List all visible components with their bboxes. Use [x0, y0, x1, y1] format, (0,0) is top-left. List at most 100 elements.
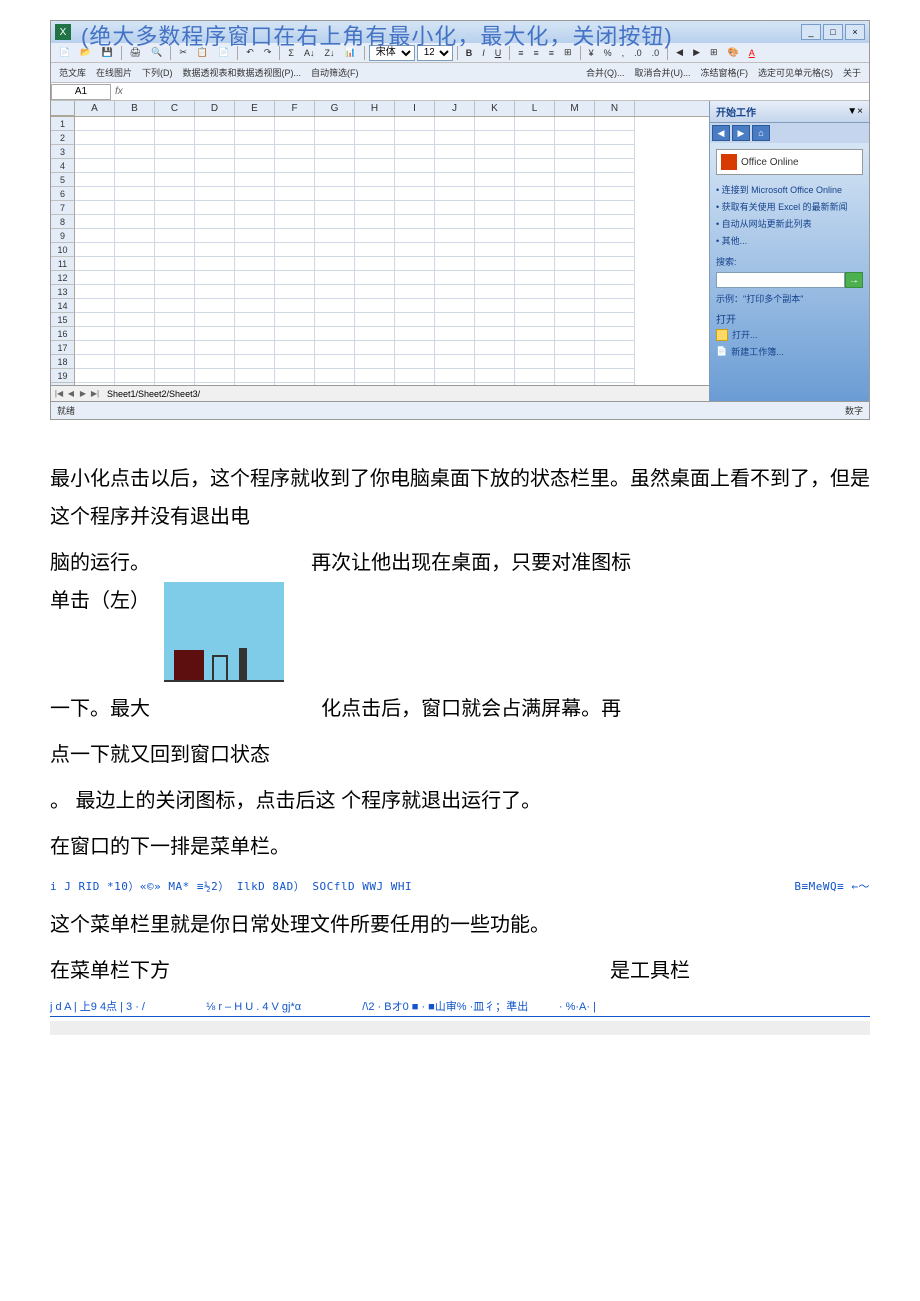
cell[interactable]: [235, 243, 275, 257]
cell[interactable]: [435, 243, 475, 257]
cell[interactable]: [155, 299, 195, 313]
cell[interactable]: [515, 201, 555, 215]
cell[interactable]: [395, 159, 435, 173]
pane-link[interactable]: 自动从网站更新此列表: [716, 215, 863, 232]
cell[interactable]: [115, 131, 155, 145]
cell[interactable]: [595, 229, 635, 243]
cell[interactable]: [395, 201, 435, 215]
cell[interactable]: [355, 201, 395, 215]
cell[interactable]: [275, 313, 315, 327]
cell[interactable]: [115, 299, 155, 313]
cell[interactable]: [515, 159, 555, 173]
cell[interactable]: [355, 299, 395, 313]
sheet-tabs[interactable]: Sheet1/Sheet2/Sheet3/: [103, 389, 200, 399]
cell[interactable]: [515, 285, 555, 299]
col-header[interactable]: C: [155, 101, 195, 116]
cell[interactable]: [475, 243, 515, 257]
office-online-box[interactable]: Office Online: [716, 149, 863, 175]
cell[interactable]: [275, 327, 315, 341]
formula-bar[interactable]: [127, 84, 869, 100]
cell[interactable]: [155, 341, 195, 355]
new-icon[interactable]: 📄: [55, 45, 74, 60]
row-header[interactable]: 15: [51, 313, 75, 327]
cell[interactable]: [115, 117, 155, 131]
cell[interactable]: [475, 285, 515, 299]
cell[interactable]: [195, 215, 235, 229]
cell[interactable]: [115, 229, 155, 243]
cell[interactable]: [355, 229, 395, 243]
cell[interactable]: [515, 271, 555, 285]
cell[interactable]: [235, 187, 275, 201]
cell[interactable]: [555, 173, 595, 187]
cell[interactable]: [395, 131, 435, 145]
cell[interactable]: [475, 271, 515, 285]
cell[interactable]: [195, 201, 235, 215]
row-header[interactable]: 6: [51, 187, 75, 201]
cell[interactable]: [195, 369, 235, 383]
cell[interactable]: [435, 187, 475, 201]
cell[interactable]: [475, 187, 515, 201]
toolbar-item[interactable]: 下列(D): [138, 64, 177, 81]
cell[interactable]: [155, 285, 195, 299]
col-header[interactable]: J: [435, 101, 475, 116]
row-header[interactable]: 14: [51, 299, 75, 313]
cell[interactable]: [475, 327, 515, 341]
cell[interactable]: [555, 271, 595, 285]
cell[interactable]: [315, 369, 355, 383]
row-header[interactable]: 4: [51, 159, 75, 173]
cell[interactable]: [355, 271, 395, 285]
cell[interactable]: [395, 117, 435, 131]
cell[interactable]: [275, 145, 315, 159]
pane-home-icon[interactable]: ⌂: [752, 125, 770, 141]
cell[interactable]: [275, 355, 315, 369]
cell[interactable]: [395, 257, 435, 271]
col-header[interactable]: B: [115, 101, 155, 116]
cell[interactable]: [355, 313, 395, 327]
tab-next-icon[interactable]: ▶: [77, 388, 89, 400]
cell[interactable]: [195, 327, 235, 341]
cell[interactable]: [115, 159, 155, 173]
cell[interactable]: [75, 327, 115, 341]
cell[interactable]: [435, 299, 475, 313]
cell[interactable]: [555, 117, 595, 131]
cell[interactable]: [315, 285, 355, 299]
cell[interactable]: [235, 257, 275, 271]
cell[interactable]: [515, 243, 555, 257]
minimize-button[interactable]: _: [801, 24, 821, 40]
cell[interactable]: [595, 271, 635, 285]
cell[interactable]: [155, 355, 195, 369]
cell[interactable]: [355, 215, 395, 229]
cell[interactable]: [435, 131, 475, 145]
cell[interactable]: [195, 159, 235, 173]
pane-close-icon[interactable]: ×: [857, 106, 863, 117]
cell[interactable]: [595, 117, 635, 131]
cell[interactable]: [515, 117, 555, 131]
cell[interactable]: [235, 355, 275, 369]
cell[interactable]: [475, 131, 515, 145]
cell[interactable]: [195, 229, 235, 243]
cell[interactable]: [115, 215, 155, 229]
row-header[interactable]: 7: [51, 201, 75, 215]
cell[interactable]: [75, 299, 115, 313]
cell[interactable]: [595, 159, 635, 173]
cell[interactable]: [555, 327, 595, 341]
cell[interactable]: [395, 187, 435, 201]
col-header[interactable]: A: [75, 101, 115, 116]
name-box[interactable]: [51, 84, 111, 100]
cell[interactable]: [195, 257, 235, 271]
col-header[interactable]: L: [515, 101, 555, 116]
cell[interactable]: [155, 215, 195, 229]
row-header[interactable]: 8: [51, 215, 75, 229]
cell[interactable]: [115, 327, 155, 341]
cell[interactable]: [75, 271, 115, 285]
cell[interactable]: [555, 243, 595, 257]
cell[interactable]: [115, 341, 155, 355]
toolbar-item[interactable]: 选定可见单元格(S): [754, 64, 837, 81]
cell[interactable]: [355, 117, 395, 131]
col-header[interactable]: E: [235, 101, 275, 116]
cell[interactable]: [275, 369, 315, 383]
cell[interactable]: [275, 117, 315, 131]
cell[interactable]: [355, 341, 395, 355]
cell[interactable]: [275, 201, 315, 215]
open-link[interactable]: 打开...: [716, 326, 863, 343]
